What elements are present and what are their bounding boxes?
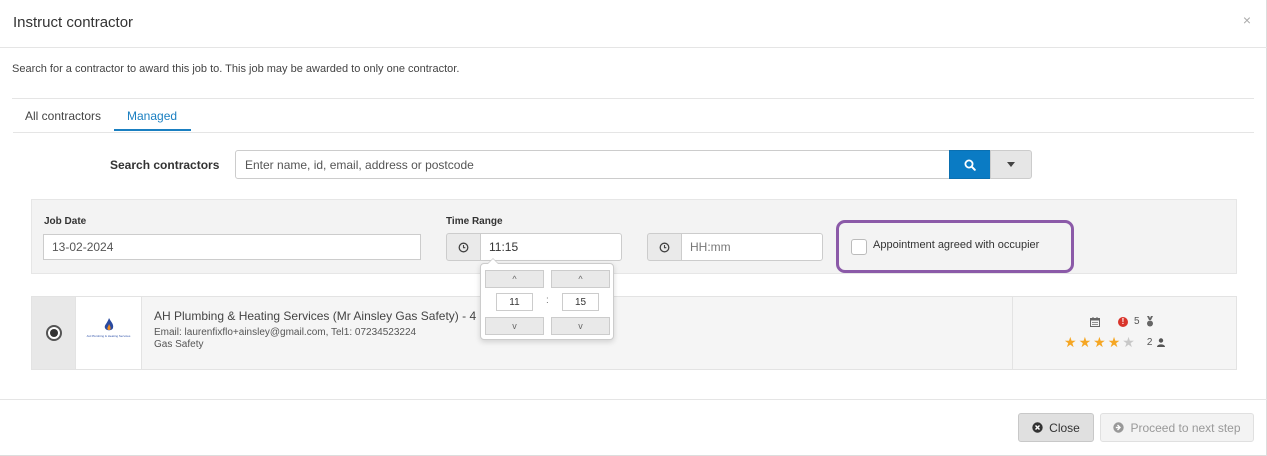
star-icon: ★ bbox=[1107, 334, 1121, 350]
circle-arrow-right-icon bbox=[1113, 422, 1125, 433]
contractor-contact: Email: laurenfixflo+ainsley@gmail.com, T… bbox=[154, 327, 417, 338]
instruct-contractor-modal: Instruct contractor × Search for a contr… bbox=[0, 0, 1267, 456]
search-input[interactable] bbox=[235, 150, 950, 179]
time-to-addon[interactable] bbox=[647, 233, 682, 261]
clock-icon bbox=[659, 242, 670, 252]
proceed-button-label: Proceed to next step bbox=[1130, 420, 1241, 435]
minute-value[interactable]: 15 bbox=[562, 293, 599, 311]
modal-title: Instruct contractor bbox=[13, 14, 134, 31]
contractor-logo: AH Plumbing & Heating Services bbox=[86, 318, 131, 348]
close-icon[interactable]: × bbox=[1243, 12, 1251, 28]
reviews-count: 2 bbox=[1146, 336, 1153, 348]
appointment-checkbox[interactable] bbox=[851, 239, 867, 255]
contractor-info: AH Plumbing & Heating Services (Mr Ainsl… bbox=[154, 309, 492, 351]
circle-x-icon bbox=[1032, 422, 1043, 433]
filters-panel: Job Date Time Range Appointment agreed w… bbox=[31, 199, 1237, 274]
search-options-dropdown[interactable] bbox=[990, 150, 1032, 179]
contractor-row[interactable]: AH Plumbing & Heating Services AH Plumbi… bbox=[31, 296, 1237, 370]
user-icon bbox=[1157, 337, 1166, 347]
search-contractors-label: Search contractors bbox=[110, 158, 220, 172]
time-picker-popup: ^ ^ 11 : 15 v v bbox=[480, 258, 614, 340]
contractor-stats: ! 5 ★ ★ ★ ★ ★ 2 bbox=[1012, 297, 1236, 369]
job-date-input[interactable] bbox=[43, 234, 421, 260]
tab-managed[interactable]: Managed bbox=[127, 109, 177, 123]
star-icon: ★ bbox=[1078, 334, 1092, 350]
search-icon bbox=[964, 159, 976, 171]
modal-header: Instruct contractor × bbox=[0, 0, 1267, 48]
alert-count: 5 bbox=[1134, 316, 1140, 327]
award-icon bbox=[1146, 316, 1153, 327]
footer-divider bbox=[0, 399, 1267, 400]
flame-logo-icon bbox=[104, 318, 113, 331]
contractor-radio[interactable] bbox=[45, 325, 62, 341]
minute-decrement-button[interactable]: v bbox=[551, 317, 610, 335]
alert-icon: ! bbox=[1118, 316, 1128, 327]
job-date-label: Job Date bbox=[44, 216, 87, 227]
contractor-logo-cell: AH Plumbing & Heating Services bbox=[75, 297, 142, 369]
appointment-label[interactable]: Appointment agreed with occupier bbox=[873, 239, 1039, 251]
contractor-select-cell[interactable] bbox=[32, 297, 75, 369]
stats-row-rating: ★ ★ ★ ★ ★ 2 bbox=[1064, 334, 1166, 350]
search-button[interactable] bbox=[949, 150, 991, 179]
hour-value[interactable]: 11 bbox=[496, 293, 533, 311]
time-to-input[interactable] bbox=[681, 233, 823, 261]
contractor-name[interactable]: AH Plumbing & Heating Services (Mr Ainsl… bbox=[154, 309, 492, 323]
radio-selected-dot bbox=[49, 329, 58, 337]
time-separator: : bbox=[546, 295, 549, 306]
active-tab-indicator bbox=[114, 129, 191, 131]
star-icon: ★ bbox=[1093, 334, 1106, 350]
logo-text: AH Plumbing & Heating Services bbox=[86, 334, 131, 338]
tab-all-contractors[interactable]: All contractors bbox=[25, 109, 101, 123]
calendar-icon[interactable] bbox=[1090, 316, 1100, 327]
hour-decrement-button[interactable]: v bbox=[485, 317, 544, 335]
time-from-input[interactable] bbox=[480, 233, 622, 261]
contractor-category: Gas Safety bbox=[154, 339, 204, 350]
appointment-highlight: Appointment agreed with occupier bbox=[836, 220, 1074, 273]
proceed-next-button[interactable]: Proceed to next step bbox=[1100, 413, 1254, 442]
time-range-label: Time Range bbox=[446, 216, 503, 227]
hour-increment-button[interactable]: ^ bbox=[485, 270, 544, 288]
stats-row-icons: ! 5 bbox=[1090, 316, 1154, 327]
star-empty-icon: ★ bbox=[1122, 334, 1135, 350]
star-icon: ★ bbox=[1064, 334, 1077, 350]
clock-icon bbox=[458, 242, 469, 252]
tab-bar: All contractors Managed bbox=[13, 98, 1254, 133]
minute-increment-button[interactable]: ^ bbox=[551, 270, 610, 288]
time-from-addon[interactable] bbox=[446, 233, 481, 261]
close-button-label: Close bbox=[1049, 420, 1080, 435]
caret-down-icon bbox=[1007, 162, 1015, 167]
modal-description: Search for a contractor to award this jo… bbox=[12, 63, 460, 75]
close-button[interactable]: Close bbox=[1018, 413, 1094, 442]
